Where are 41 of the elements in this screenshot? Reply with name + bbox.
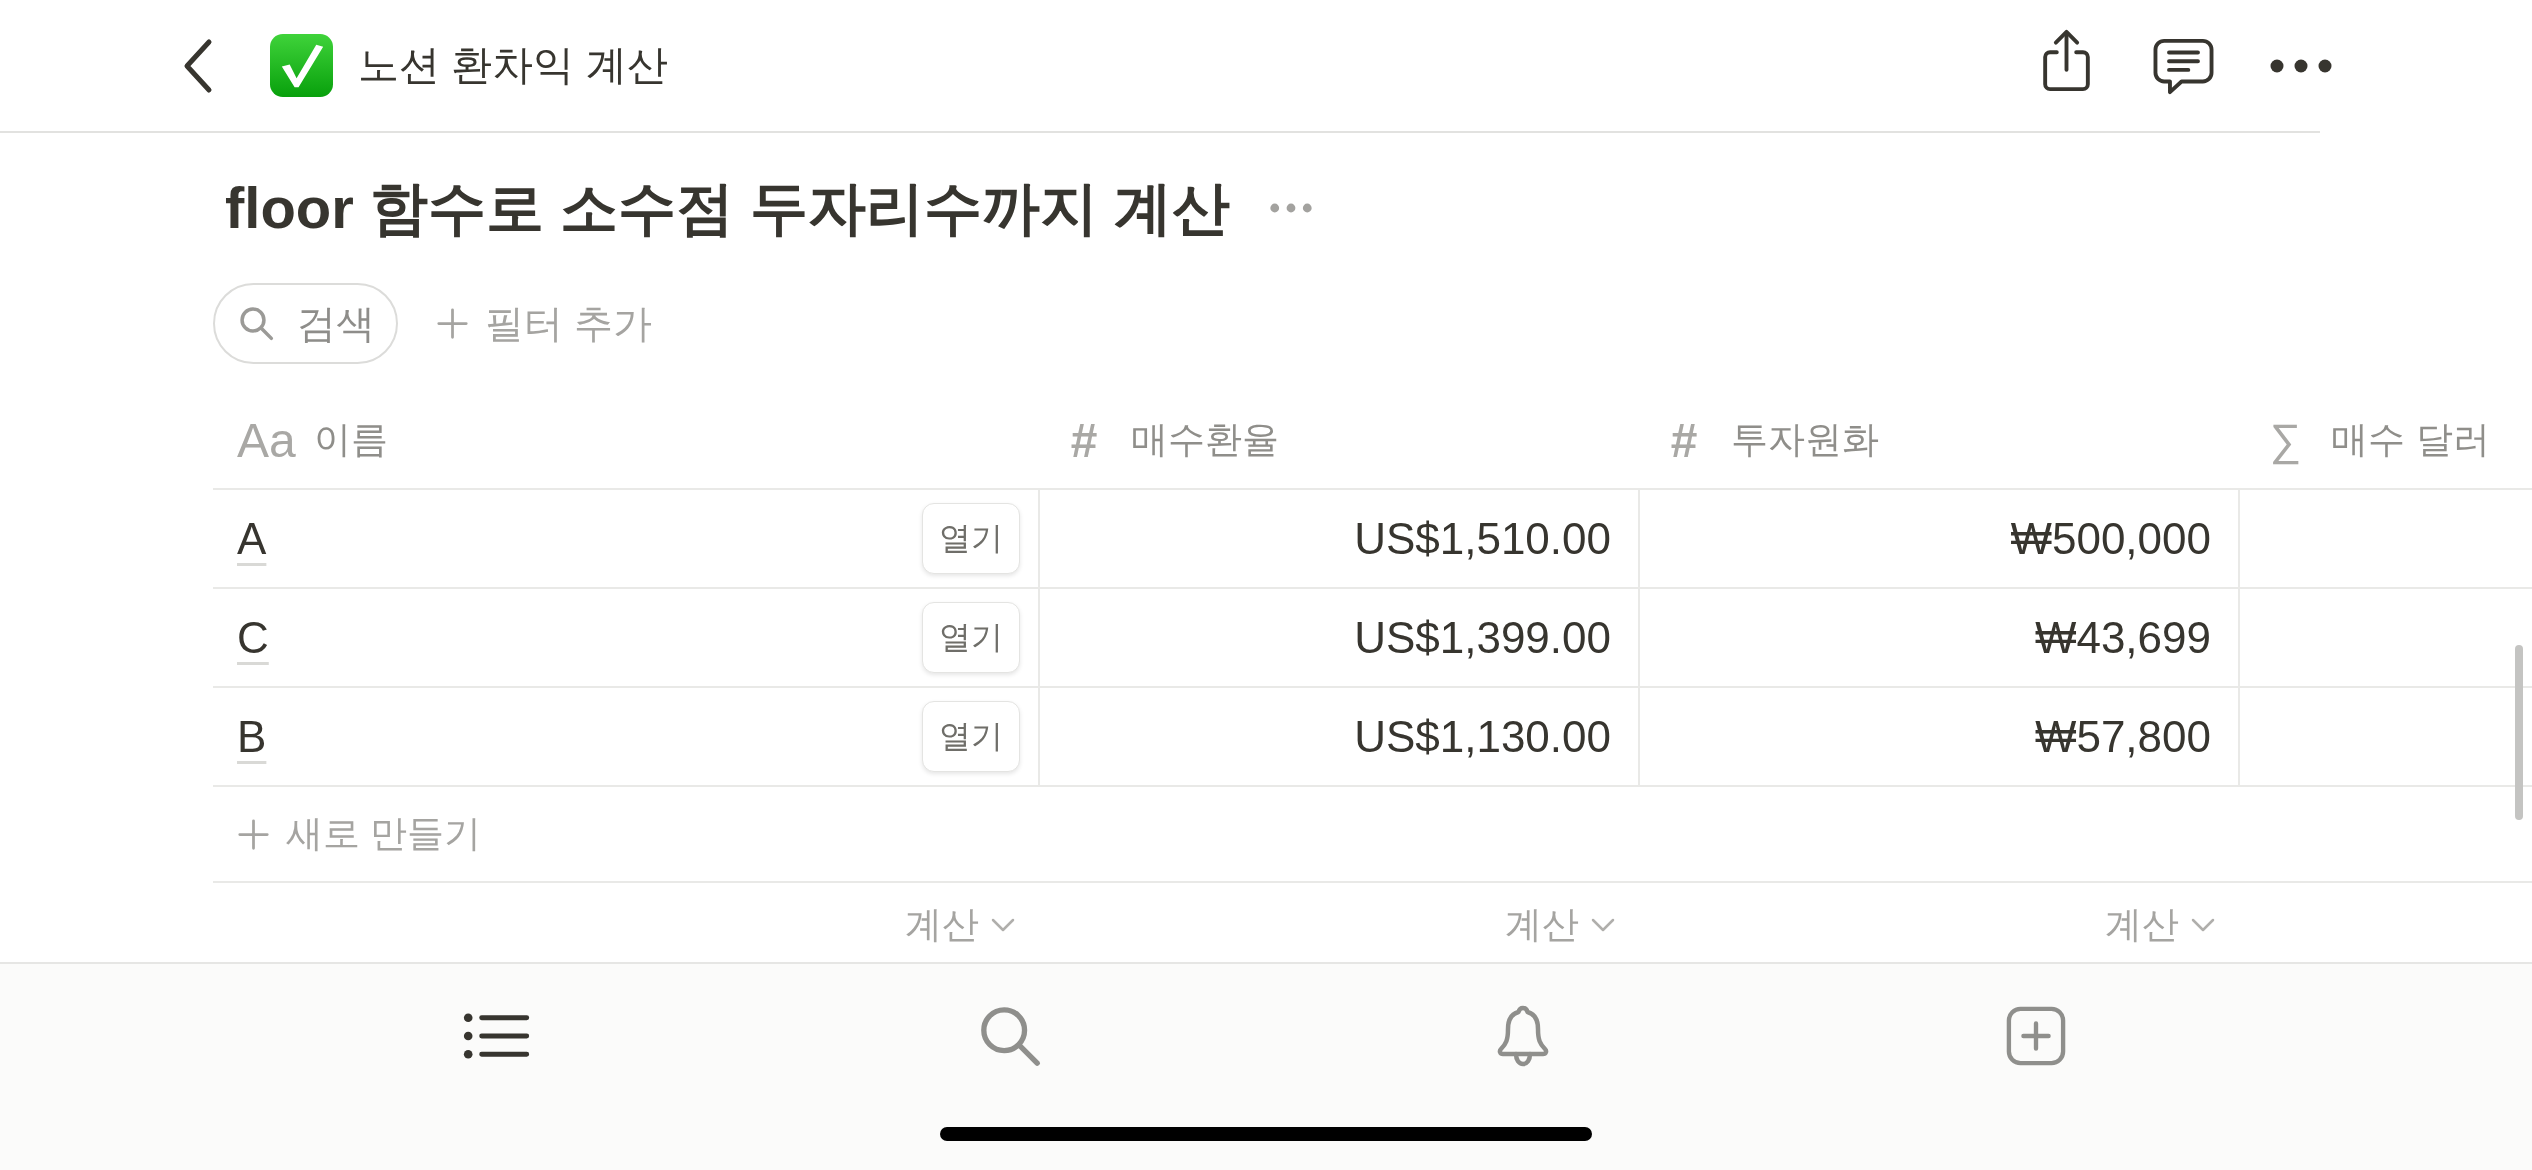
property-icon: # xyxy=(1670,412,1697,468)
calculate-button[interactable]: 계산 xyxy=(905,899,1015,950)
page-title: 노션 환차익 계산 xyxy=(358,41,668,90)
column-header[interactable]: 매수 달러 xyxy=(2331,415,2490,465)
column-header[interactable]: 이름 xyxy=(313,415,388,465)
share-icon[interactable] xyxy=(2041,28,2092,93)
more-icon[interactable] xyxy=(2270,58,2332,73)
open-button[interactable]: 열기 xyxy=(922,503,1020,574)
table-cell: ₩57,800 xyxy=(1640,688,2240,785)
plus-icon xyxy=(237,817,270,851)
plus-icon xyxy=(436,307,469,340)
table-cell: ₩43,699 xyxy=(1640,589,2240,686)
chevron-down-icon xyxy=(1591,917,1615,932)
row-title[interactable]: C xyxy=(237,612,269,663)
database-title: floor 함수로 소수점 두자리수까지 계산 xyxy=(225,174,1231,242)
search-field[interactable]: 검색 xyxy=(213,283,398,364)
calculate-button[interactable]: 계산 xyxy=(1505,899,1615,950)
row-title[interactable]: A xyxy=(237,513,267,564)
table-cell: ₩500,000 xyxy=(1640,490,2240,587)
open-button[interactable]: 열기 xyxy=(922,701,1020,772)
column-header[interactable]: 매수환율 xyxy=(1130,415,1279,465)
property-icon: ∑ xyxy=(2270,415,2302,465)
table-cell: US$1,510.00 xyxy=(1040,490,1640,587)
row-title[interactable]: B xyxy=(237,711,267,762)
table-cell: US$1,130.00 xyxy=(1040,688,1640,785)
column-header[interactable]: 투자원화 xyxy=(1730,415,1879,465)
table-cell: US$1,399.00 xyxy=(1040,589,1640,686)
back-icon[interactable] xyxy=(182,37,214,94)
plus-square-icon[interactable] xyxy=(2005,1006,2066,1066)
search-icon xyxy=(239,306,274,341)
list-icon[interactable] xyxy=(462,1012,531,1060)
property-icon: Aa xyxy=(237,412,296,468)
chevron-down-icon xyxy=(2191,917,2215,932)
checkmark-icon xyxy=(270,34,333,97)
new-row-button[interactable]: 새로 만들기 xyxy=(237,809,482,859)
add-filter-button[interactable]: 필터 추가 xyxy=(436,296,652,351)
property-icon: # xyxy=(1070,412,1097,468)
chevron-down-icon xyxy=(991,917,1015,932)
calculate-button[interactable]: 계산 xyxy=(2105,899,2215,950)
open-button[interactable]: 열기 xyxy=(922,602,1020,673)
comment-icon[interactable] xyxy=(2152,37,2215,96)
